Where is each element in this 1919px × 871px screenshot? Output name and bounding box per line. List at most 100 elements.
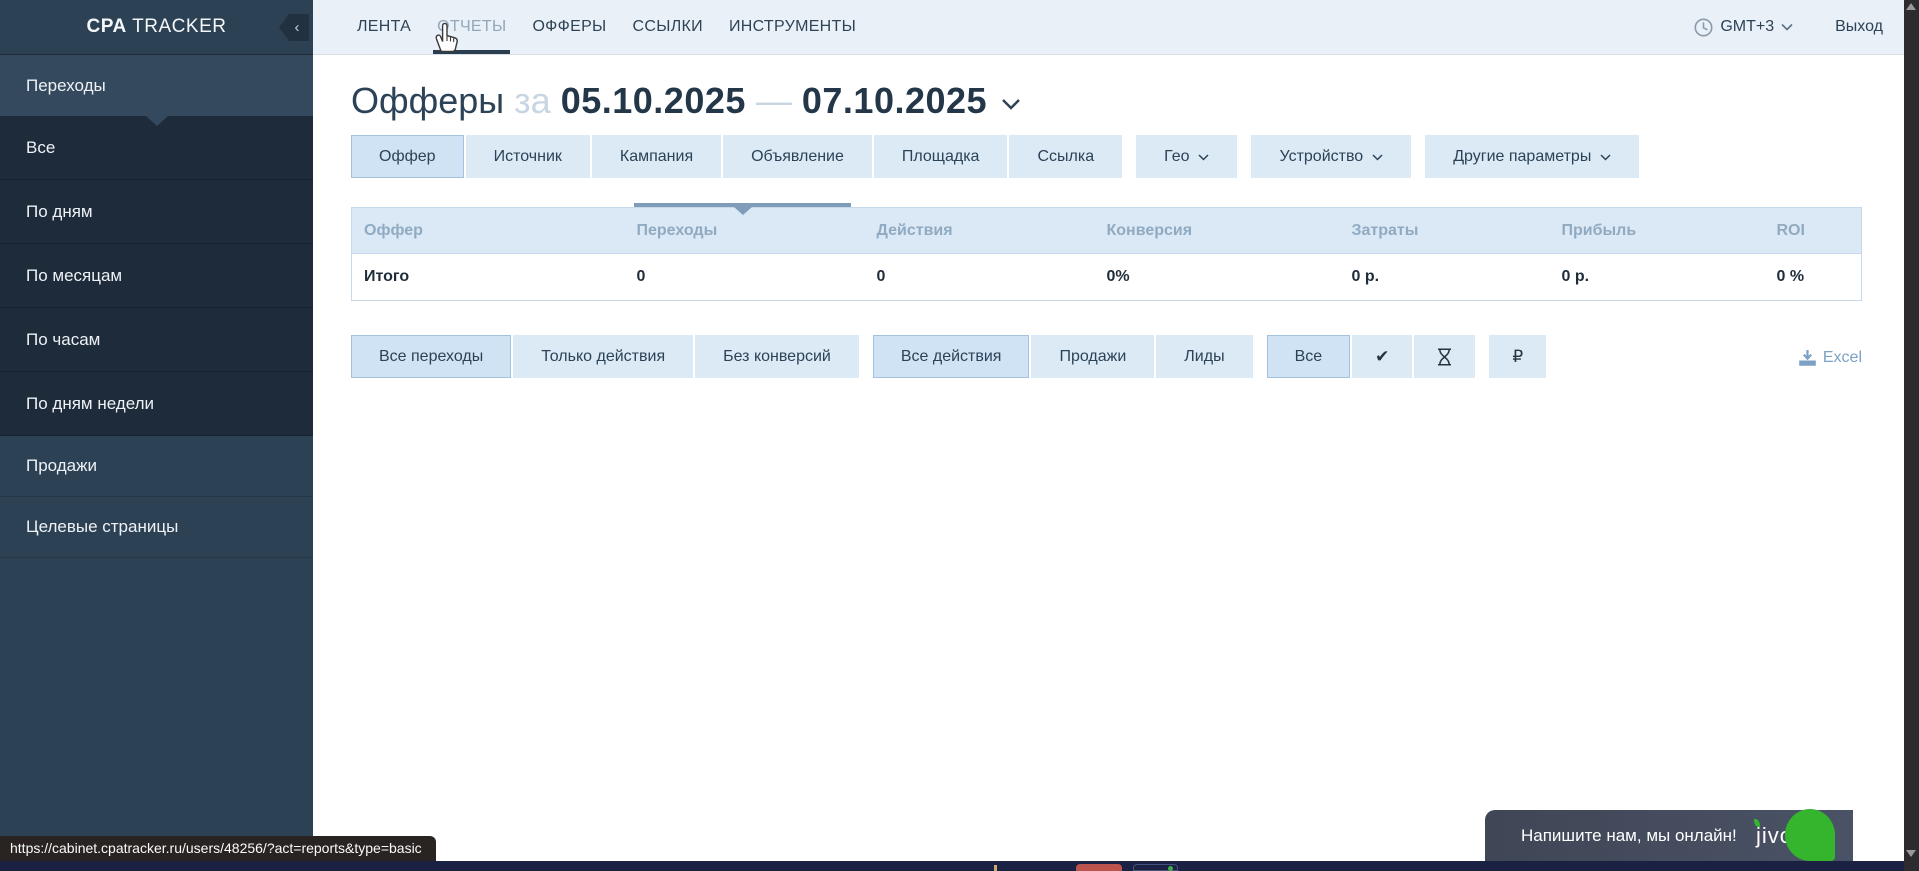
table-row-totals: Итого 0 0 0% 0 р. 0 р. 0 % [352, 254, 1862, 301]
nav-item-label: ЛЕНТА [357, 18, 411, 36]
sidebar-item-prodazhi[interactable]: Продажи [0, 436, 313, 497]
page-scrollbar[interactable] [1904, 0, 1919, 871]
nav-item-lenta[interactable]: ЛЕНТА [344, 0, 424, 54]
filter-vse-deystviya[interactable]: Все действия [873, 335, 1030, 378]
filter-prodazhi[interactable]: Продажи [1031, 335, 1154, 378]
tab-kampaniya[interactable]: Кампания [592, 135, 721, 178]
chat-widget[interactable]: Напишите нам, мы онлайн! jivo [1485, 810, 1853, 861]
main-content: Офферы за 05.10.2025 — 07.10.2025 Оффер … [313, 55, 1904, 871]
col-offer[interactable]: Оффер [352, 208, 625, 254]
taskbar-item-pill [1133, 864, 1178, 871]
tab-ssylka[interactable]: Ссылка [1009, 135, 1122, 178]
chevron-down-icon [1198, 154, 1209, 161]
export-excel-link[interactable]: Excel [1799, 337, 1862, 378]
date-to[interactable]: 07.10.2025 [802, 80, 987, 122]
col-pribyl[interactable]: Прибыль [1550, 208, 1765, 254]
sidebar-header: CPA TRACKER ‹ [0, 0, 313, 55]
nav-item-otchety[interactable]: ОТЧЕТЫ [424, 0, 519, 54]
col-deystviya[interactable]: Действия [865, 208, 1095, 254]
totals-konversiya: 0% [1095, 254, 1340, 301]
tab-label: Объявление [751, 148, 844, 166]
tab-label: Ссылка [1037, 148, 1094, 166]
chat-message: Напишите нам, мы онлайн! [1521, 826, 1737, 846]
report-table: Оффер Переходы Действия Конверсия Затрат… [351, 207, 1862, 301]
logo-rest: TRACKER [127, 16, 227, 37]
scroll-up-arrow-icon[interactable] [1906, 3, 1916, 10]
tab-label: Оффер [379, 148, 436, 166]
date-range-chevron-icon[interactable] [1001, 98, 1021, 110]
sidebar-item-perehody[interactable]: Переходы [0, 55, 313, 116]
tab-obyavlenie[interactable]: Объявление [723, 135, 872, 178]
timezone-label: GMT+3 [1720, 18, 1774, 36]
totals-perehody: 0 [625, 254, 865, 301]
filter-confirmed-button[interactable]: ✔ [1352, 335, 1412, 378]
dropdown-ustroystvo[interactable]: Устройство [1251, 135, 1411, 178]
tab-istochnik[interactable]: Источник [466, 135, 590, 178]
nav-item-ssylki[interactable]: ССЫЛКИ [620, 0, 716, 54]
jivo-logo-accent [1754, 819, 1760, 827]
filter-lidy[interactable]: Лиды [1156, 335, 1252, 378]
filter-pending-button[interactable] [1414, 335, 1475, 378]
date-dash: — [756, 80, 792, 122]
dropdown-label: Гео [1164, 148, 1189, 166]
nav-item-label: ИНСТРУМЕНТЫ [729, 18, 856, 36]
col-zatraty[interactable]: Затраты [1340, 208, 1550, 254]
active-item-notch [146, 116, 168, 126]
timezone-selector[interactable]: GMT+3 [1694, 18, 1793, 37]
filter-vse-perehody[interactable]: Все переходы [351, 335, 511, 378]
nav-item-instrumenty[interactable]: ИНСТРУМЕНТЫ [716, 0, 869, 54]
tab-ploschadka[interactable]: Площадка [874, 135, 1008, 178]
col-roi[interactable]: ROI [1765, 208, 1862, 254]
sidebar: CPA TRACKER ‹ Переходы Все По дням По ме… [0, 0, 313, 871]
status-green-dot [1168, 866, 1173, 871]
dropdown-geo[interactable]: Гео [1136, 135, 1237, 178]
sidebar-item-po-chasam[interactable]: По часам [0, 308, 313, 372]
chevron-down-icon [1781, 23, 1793, 31]
chevron-down-icon [1600, 154, 1611, 161]
sidebar-item-label: По месяцам [26, 266, 122, 286]
report-table-wrap: Оффер Переходы Действия Конверсия Затрат… [351, 207, 1861, 301]
status-url-tooltip: https://cabinet.cpatracker.ru/users/4825… [0, 836, 436, 861]
logout-link[interactable]: Выход [1835, 18, 1883, 36]
nav-item-label: ССЫЛКИ [633, 18, 703, 36]
active-tab-underline [433, 50, 510, 54]
filter-status-vse[interactable]: Все [1267, 335, 1351, 378]
scroll-down-arrow-icon[interactable] [1906, 850, 1916, 857]
dropdown-label: Устройство [1279, 148, 1363, 166]
app-logo: CPA TRACKER [87, 16, 227, 38]
dropdown-drugie-parametry[interactable]: Другие параметры [1425, 135, 1639, 178]
sidebar-item-label: По дням [26, 202, 93, 222]
filters-row: Все переходы Только действия Без конверс… [351, 335, 1862, 378]
action-filter-group: Все действия Продажи Лиды [873, 335, 1253, 378]
col-konversiya[interactable]: Конверсия [1095, 208, 1340, 254]
filter-currency-button[interactable]: ₽ [1489, 335, 1546, 378]
sort-indicator [634, 203, 851, 207]
sidebar-item-po-dnyam-nedeli[interactable]: По дням недели [0, 372, 313, 436]
hourglass-icon [1437, 348, 1452, 366]
nav-item-offery[interactable]: ОФФЕРЫ [519, 0, 619, 54]
sidebar-item-celevye-stranicy[interactable]: Целевые страницы [0, 497, 313, 558]
filter-bez-konversiy[interactable]: Без конверсий [695, 335, 859, 378]
dropdown-label: Другие параметры [1453, 148, 1591, 166]
sidebar-item-label: Переходы [26, 76, 106, 96]
date-from[interactable]: 05.10.2025 [561, 80, 746, 122]
sidebar-item-po-mesyacam[interactable]: По месяцам [0, 244, 313, 308]
tab-offer[interactable]: Оффер [351, 135, 464, 178]
totals-pribyl: 0 р. [1550, 254, 1765, 301]
sidebar-item-label: По дням недели [26, 394, 154, 414]
status-filter-group: Все ✔ [1267, 335, 1476, 378]
sidebar-item-po-dnyam[interactable]: По дням [0, 180, 313, 244]
nav-item-label: ОФФЕРЫ [532, 18, 606, 36]
taskbar-item [994, 865, 997, 871]
sidebar-item-label: По часам [26, 330, 100, 350]
chat-leaf-icon [1785, 809, 1835, 861]
ruble-icon: ₽ [1512, 347, 1523, 367]
tab-label: Кампания [620, 148, 693, 166]
filter-label: Все переходы [379, 348, 483, 366]
logo-bold: CPA [87, 16, 127, 37]
top-header: ЛЕНТА ОТЧЕТЫ ОФФЕРЫ ССЫЛКИ ИНСТРУМЕНТЫ G… [313, 0, 1904, 55]
totals-zatraty: 0 р. [1340, 254, 1550, 301]
filter-tolko-deystviya[interactable]: Только действия [513, 335, 693, 378]
sidebar-collapse-button[interactable]: ‹ [279, 14, 309, 41]
check-icon: ✔ [1375, 347, 1389, 367]
